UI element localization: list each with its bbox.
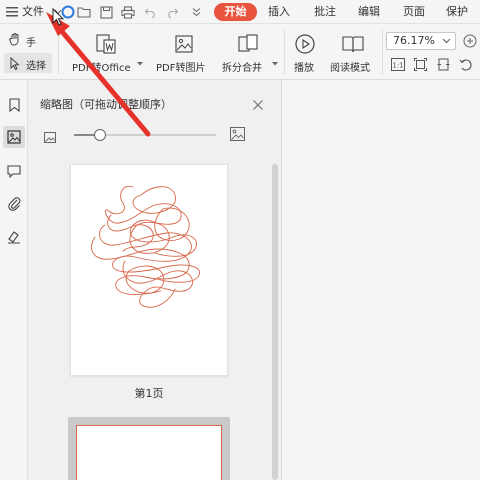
hand-icon[interactable] xyxy=(8,32,22,46)
ribbon-separator xyxy=(284,30,285,74)
dropdown-arrow-icon[interactable] xyxy=(137,61,143,67)
chevron-down-icon[interactable] xyxy=(441,36,451,46)
hamburger-icon[interactable] xyxy=(4,4,20,20)
actual-size-label: 1:1 xyxy=(392,61,403,69)
tab-comment[interactable]: 批注 xyxy=(314,0,336,24)
mouse-cursor-icon xyxy=(52,8,64,26)
panel-title: 缩略图（可拖动调整顺序） xyxy=(40,98,172,111)
attachment-icon[interactable] xyxy=(3,192,25,214)
dropdown-arrow-icon[interactable] xyxy=(272,61,278,67)
page-thumbnail[interactable] xyxy=(70,164,228,376)
more-icon[interactable] xyxy=(188,4,204,20)
pdf-to-office-icon[interactable] xyxy=(94,32,118,56)
fit-page-icon[interactable] xyxy=(413,57,427,71)
zoom-in-icon[interactable] xyxy=(462,33,478,49)
ribbon-separator xyxy=(382,30,383,74)
pdf-to-image-label[interactable]: PDF转图片 xyxy=(156,59,205,74)
large-image-icon[interactable] xyxy=(230,126,245,145)
tab-protect[interactable]: 保护 xyxy=(446,0,468,24)
scribble-drawing xyxy=(91,185,200,308)
tab-edit[interactable]: 编辑 xyxy=(358,0,380,24)
split-merge-label[interactable]: 拆分合并 xyxy=(222,59,262,74)
menu-bar: 文件 开始 插入 批注 编辑 页面 保护 xyxy=(0,0,480,24)
signature-icon[interactable] xyxy=(3,226,25,248)
split-merge-icon[interactable] xyxy=(236,32,260,56)
play-label[interactable]: 播放 xyxy=(294,59,314,74)
read-mode-label[interactable]: 阅读模式 xyxy=(330,59,370,74)
tab-home[interactable]: 开始 xyxy=(214,3,257,21)
slider-knob[interactable] xyxy=(93,129,106,141)
document-viewer[interactable] xyxy=(282,80,480,480)
thumbnail-icon[interactable] xyxy=(3,126,25,148)
tab-page[interactable]: 页面 xyxy=(403,0,425,24)
undo-icon[interactable] xyxy=(142,4,158,20)
folder-icon[interactable] xyxy=(76,4,92,20)
sidebar-rail xyxy=(0,80,28,480)
redo-icon[interactable] xyxy=(164,4,180,20)
cursor-icon xyxy=(8,56,22,70)
rotate-icon[interactable] xyxy=(458,57,474,71)
printer-icon[interactable] xyxy=(120,4,136,20)
file-menu[interactable]: 文件 xyxy=(22,0,44,24)
close-icon[interactable] xyxy=(252,96,266,110)
actual-size-icon[interactable]: 1:1 xyxy=(391,57,405,71)
book-icon[interactable] xyxy=(341,32,365,56)
ribbon-separator xyxy=(58,30,59,74)
page-number-label: 第1页 xyxy=(134,387,164,400)
thumbnail-panel: 缩略图（可拖动调整顺序） 第1页 xyxy=(28,80,282,480)
select-tool-label: 选择 xyxy=(26,61,46,72)
panel-scrollbar[interactable] xyxy=(272,164,278,480)
small-image-icon[interactable] xyxy=(44,128,56,147)
pdf-to-office-label[interactable]: PDF转Office xyxy=(72,59,131,74)
play-icon[interactable] xyxy=(293,32,317,56)
save-icon[interactable] xyxy=(98,4,114,20)
page-thumbnail-selected[interactable] xyxy=(76,425,222,480)
bookmark-icon[interactable] xyxy=(3,94,25,116)
hand-tool-label[interactable]: 手 xyxy=(26,34,36,49)
pdf-to-image-icon[interactable] xyxy=(172,32,196,56)
tab-insert[interactable]: 插入 xyxy=(268,0,290,24)
comment-icon[interactable] xyxy=(3,160,25,182)
fit-width-icon[interactable] xyxy=(436,57,450,71)
